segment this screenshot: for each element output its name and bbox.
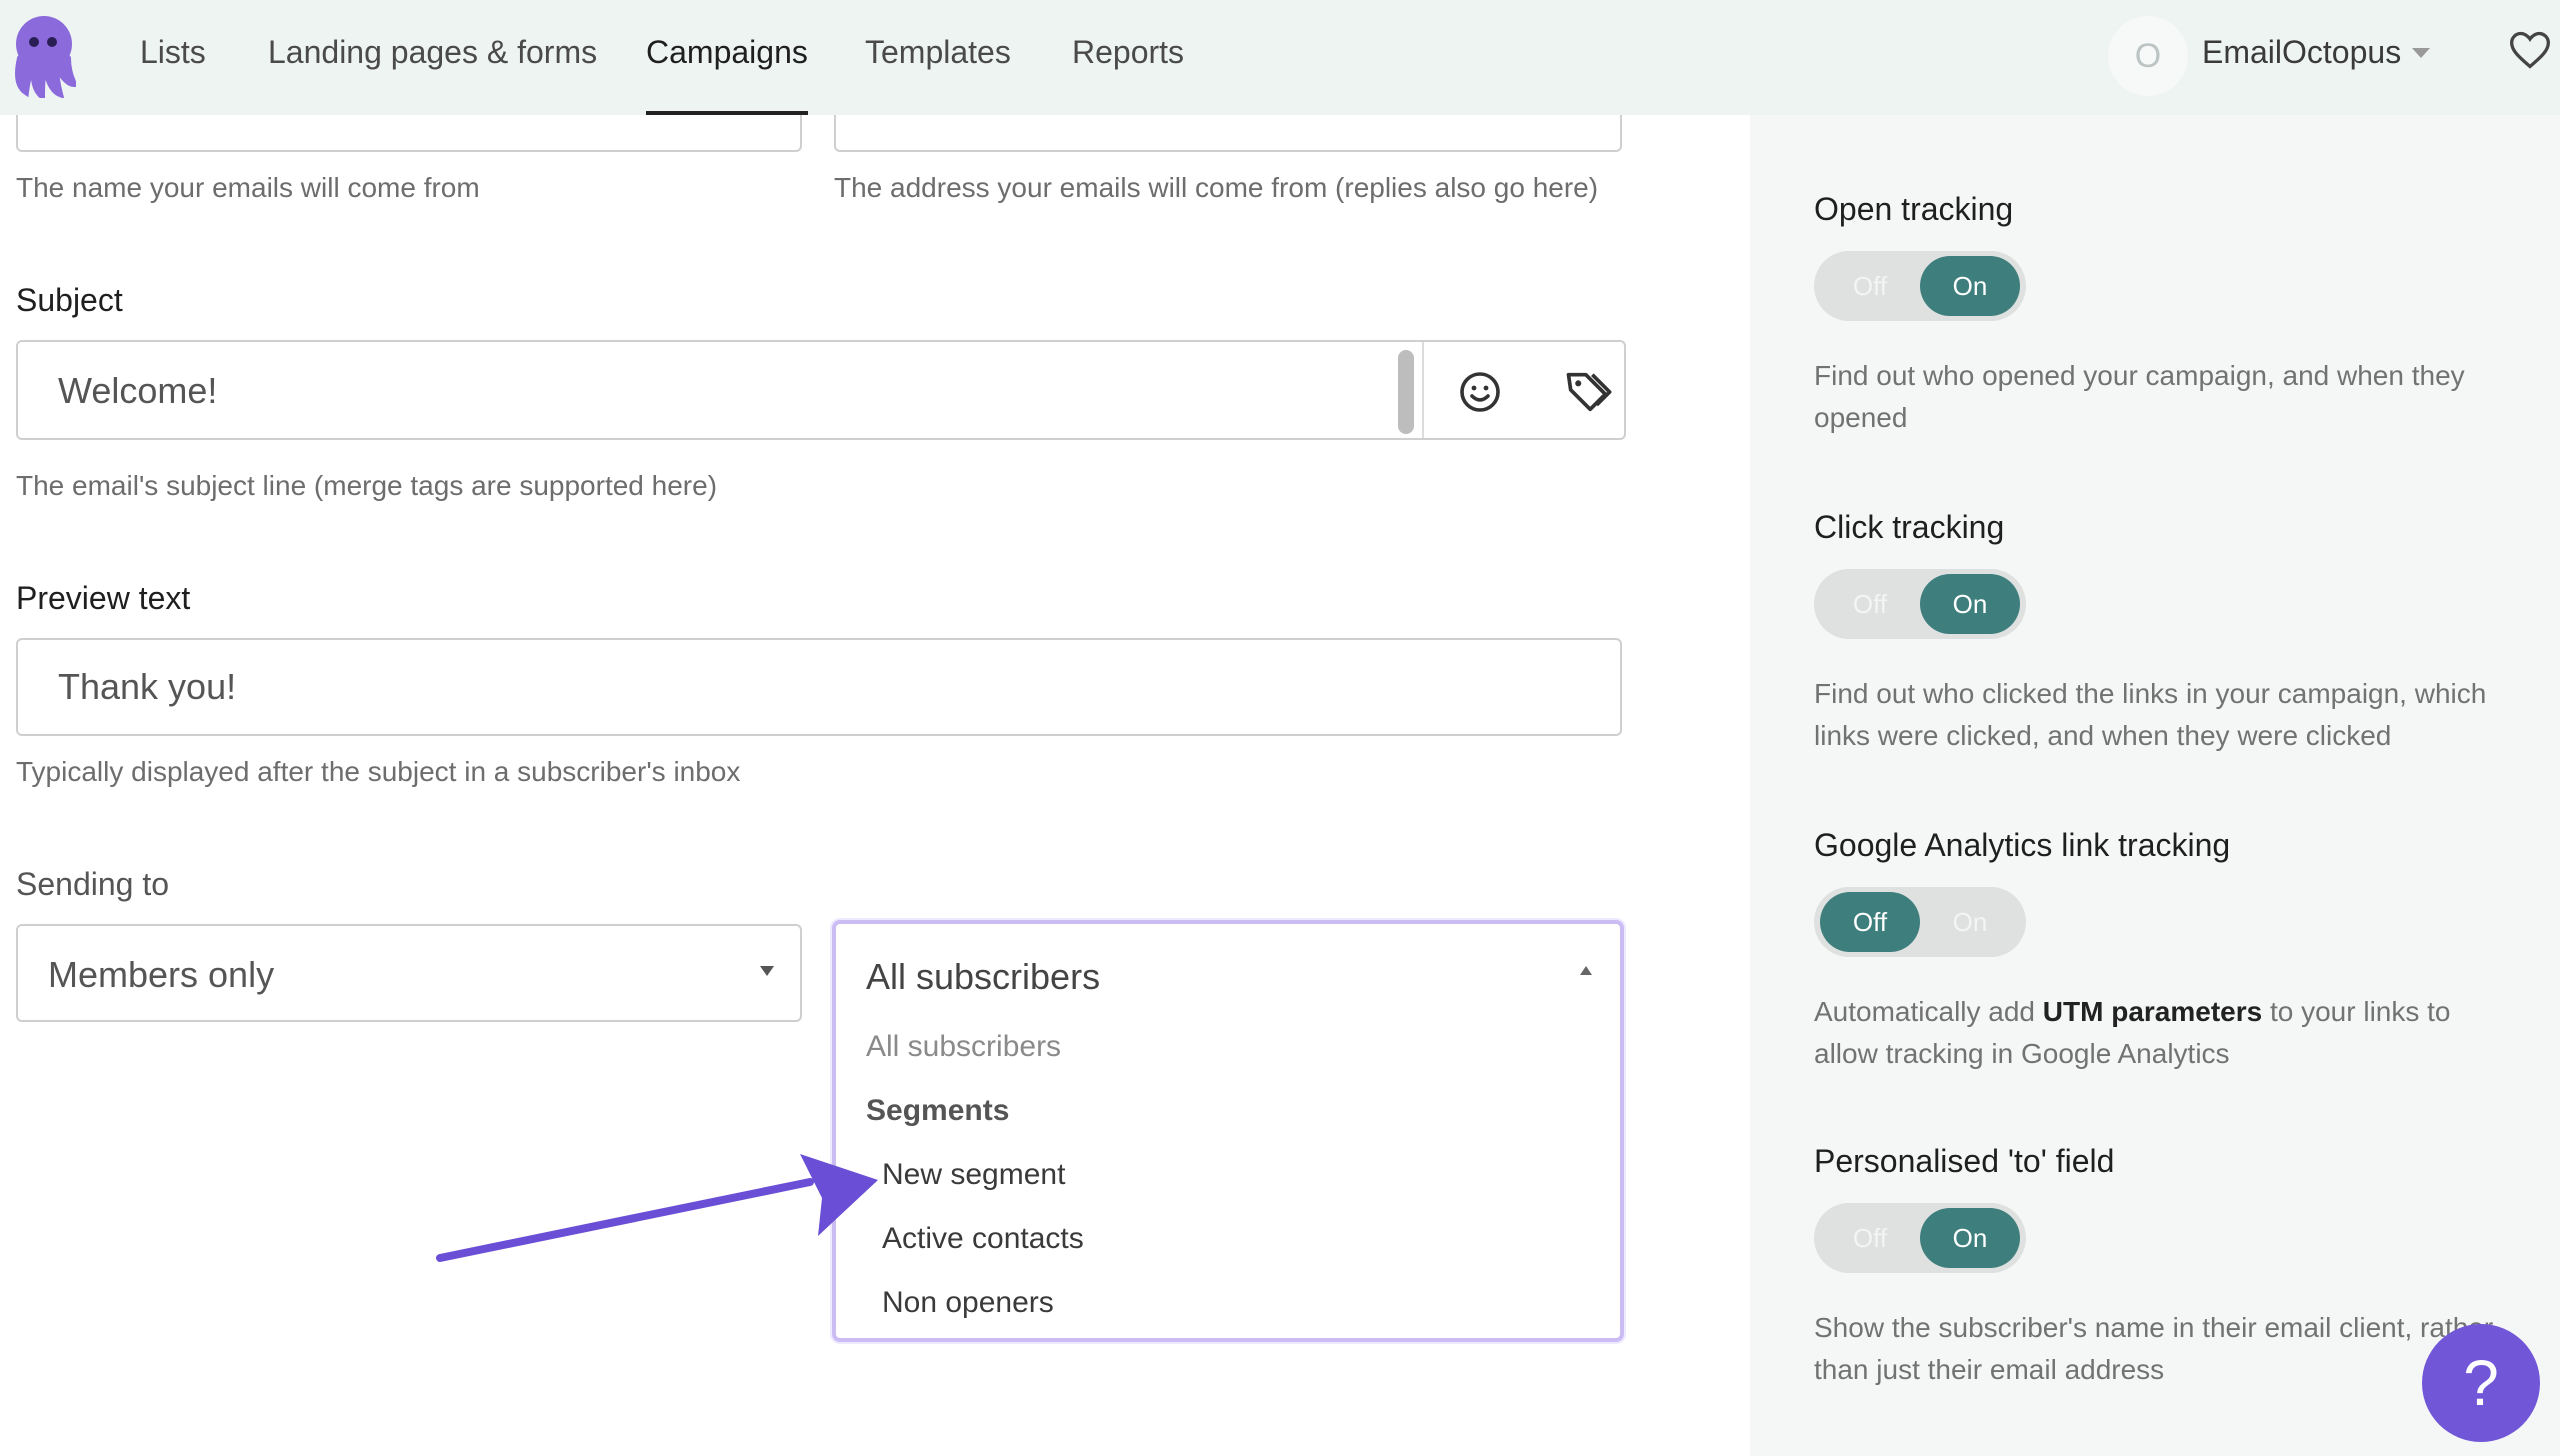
option-group-segments: Segments	[866, 1094, 1010, 1127]
subject-value: Welcome!	[58, 370, 218, 411]
sending-to-select[interactable]: Members only	[16, 924, 802, 1022]
help-button[interactable]: ?	[2422, 1324, 2540, 1442]
option-non-openers[interactable]: Non openers	[882, 1286, 1054, 1320]
from-email-helper: The address your emails will come from (…	[834, 172, 1599, 203]
heart-icon[interactable]	[2508, 28, 2552, 72]
pointer-arrow-icon	[436, 1154, 878, 1262]
nav-reports[interactable]: Reports	[1072, 0, 1184, 115]
subject-input[interactable]: Welcome!	[16, 340, 1626, 440]
toggle-off[interactable]: Off	[1820, 892, 1920, 952]
merge-tag-icon[interactable]	[1562, 366, 1614, 418]
personalised-to-label: Personalised 'to' field	[1814, 1143, 2115, 1179]
nav-lists[interactable]: Lists	[140, 0, 206, 115]
open-tracking-label: Open tracking	[1814, 191, 2014, 227]
segment-dropdown[interactable]: All subscribers All subscribers Segments…	[832, 920, 1624, 1342]
toggle-on[interactable]: On	[1920, 1208, 2020, 1268]
divider	[1422, 342, 1424, 438]
chevron-down-icon[interactable]	[2412, 48, 2430, 58]
chevron-up-icon[interactable]	[1580, 966, 1592, 975]
ga-tracking-label: Google Analytics link tracking	[1814, 827, 2231, 863]
preview-input[interactable]: Thank you!	[16, 638, 1622, 736]
click-tracking-label: Click tracking	[1814, 509, 2005, 545]
open-tracking-toggle[interactable]: Off On	[1814, 251, 2026, 321]
nav-campaigns[interactable]: Campaigns	[646, 0, 808, 115]
octopus-logo-icon[interactable]	[12, 14, 76, 98]
option-all-subscribers[interactable]: All subscribers	[866, 1030, 1061, 1064]
toggle-off[interactable]: Off	[1820, 256, 1920, 316]
sending-to-value: Members only	[48, 954, 275, 995]
account-menu[interactable]: EmailOctopus	[2202, 0, 2401, 105]
subject-helper: The email's subject line (merge tags are…	[16, 470, 718, 501]
emoji-icon[interactable]	[1456, 368, 1504, 416]
preview-value: Thank you!	[58, 666, 237, 707]
personalised-to-toggle[interactable]: Off On	[1814, 1203, 2026, 1273]
open-tracking-desc: Find out who opened your campaign, and w…	[1814, 360, 2465, 433]
chevron-down-icon	[760, 966, 774, 976]
settings-panel: Open tracking Off On Find out who opened…	[1750, 115, 2560, 1456]
option-new-segment[interactable]: New segment	[882, 1158, 1065, 1192]
nav-templates[interactable]: Templates	[865, 0, 1011, 115]
subject-label: Subject	[16, 282, 123, 318]
avatar[interactable]: O	[2108, 16, 2188, 96]
toggle-on[interactable]: On	[1920, 256, 2020, 316]
top-nav: Lists Landing pages & forms Campaigns Te…	[0, 0, 2560, 115]
option-active-contacts[interactable]: Active contacts	[882, 1222, 1084, 1256]
nav-landing-pages-forms[interactable]: Landing pages & forms	[268, 0, 597, 115]
click-tracking-toggle[interactable]: Off On	[1814, 569, 2026, 639]
preview-helper: Typically displayed after the subject in…	[16, 756, 741, 787]
ga-tracking-toggle[interactable]: Off On	[1814, 887, 2026, 957]
toggle-off[interactable]: Off	[1820, 1208, 1920, 1268]
toggle-on[interactable]: On	[1920, 574, 2020, 634]
personalised-to-desc: Show the subscriber's name in their emai…	[1814, 1312, 2494, 1385]
utm-parameters-text: UTM parameters	[2042, 996, 2263, 1027]
segment-selected[interactable]: All subscribers	[866, 956, 1100, 998]
from-name-helper: The name your emails will come from	[16, 172, 480, 203]
preview-label: Preview text	[16, 580, 191, 616]
toggle-on[interactable]: On	[1920, 892, 2020, 952]
ga-tracking-desc: Automatically add UTM parameters to your…	[1814, 996, 2451, 1069]
toggle-off[interactable]: Off	[1820, 574, 1920, 634]
scrollbar[interactable]	[1398, 350, 1414, 434]
click-tracking-desc: Find out who clicked the links in your c…	[1814, 678, 2487, 751]
sending-to-label: Sending to	[16, 866, 170, 902]
